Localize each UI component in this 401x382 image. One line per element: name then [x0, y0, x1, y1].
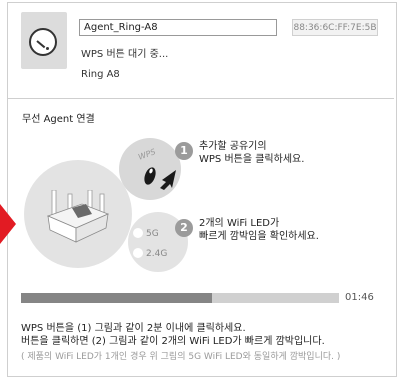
- step2-text: 2개의 WiFi LED가 빠르게 깜박임을 확인하세요.: [199, 218, 319, 242]
- mac-address: 88:36:6C:FF:7E:5B: [292, 19, 378, 36]
- device-thumbnail: [21, 12, 67, 69]
- led-5g-label: 5G: [146, 229, 159, 239]
- progress-fill: [21, 293, 212, 303]
- instruction-note: ( 제품의 WiFi LED가 1개인 경우 위 그림의 5G WiFi LED…: [21, 352, 341, 362]
- wps-button-icon: [144, 167, 176, 190]
- led-24g-icon: [133, 248, 143, 258]
- led-24g-label: 2.4G: [146, 249, 168, 259]
- step1-text: 추가할 공유기의 WPS 버튼을 클릭하세요.: [199, 141, 305, 165]
- wps-illustration: WPS 5G 2.4G 1 추가할 공유기의 WPS 버튼을 클릭하세요. 2 …: [0, 120, 401, 290]
- device-model-label: Ring A8: [81, 69, 120, 80]
- router-icon: [46, 190, 110, 243]
- instruction-line-2: 버튼을 클릭하면 (2) 그림과 같이 2개의 WiFi LED가 빠르게 깜박…: [21, 336, 325, 347]
- step2-number: 2: [175, 219, 193, 237]
- ring-device-icon: [29, 28, 57, 56]
- led-5g-icon: [133, 228, 143, 238]
- countdown-timer: 01:46: [345, 292, 374, 303]
- pointer-arrow-icon: [0, 204, 16, 244]
- step1-number: 1: [175, 142, 193, 160]
- divider: [8, 98, 394, 99]
- device-name-input[interactable]: [79, 19, 277, 36]
- progress-bar: [21, 293, 339, 303]
- wps-status-text: WPS 버튼 대기 중...: [81, 49, 169, 60]
- device-card: 88:36:6C:FF:7E:5B WPS 버튼 대기 중... Ring A8: [9, 7, 381, 91]
